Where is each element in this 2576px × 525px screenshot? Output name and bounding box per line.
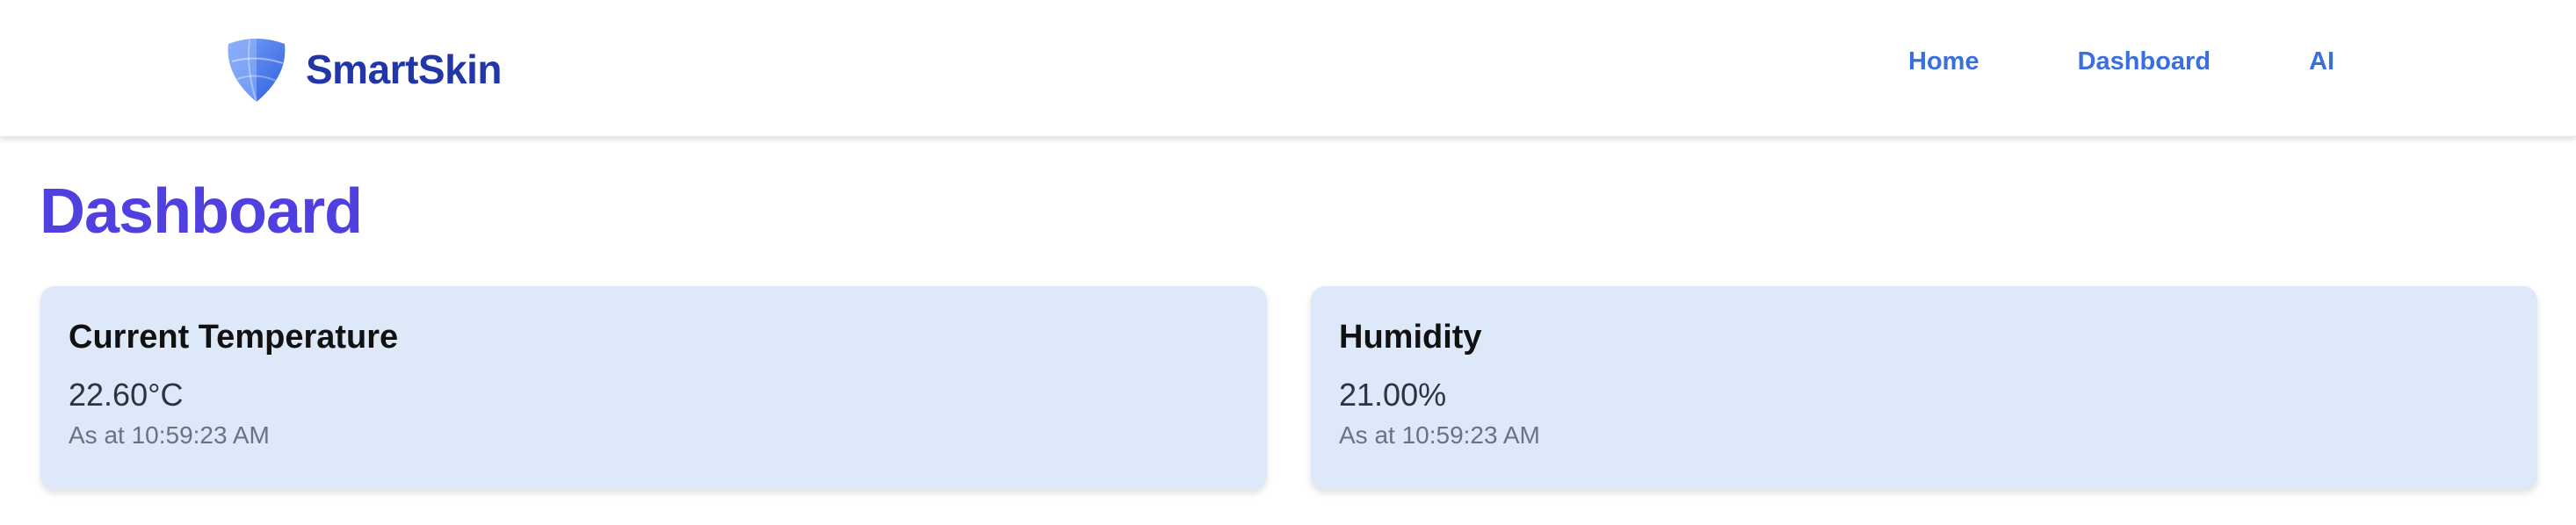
temperature-value: 22.60°C: [69, 376, 184, 413]
humidity-value: 21.00%: [1339, 376, 1447, 413]
card-grid: Current Temperature 22.60°C As at 10:59:…: [40, 286, 2537, 490]
humidity-card: Humidity 21.00% As at 10:59:23 AM: [1311, 286, 2537, 490]
shield-logo-icon: [228, 39, 286, 103]
card-title: Humidity: [1339, 319, 1482, 356]
nav-link-home[interactable]: Home: [1908, 47, 1979, 76]
temperature-timestamp: As at 10:59:23 AM: [69, 421, 270, 449]
nav-links: Home Dashboard AI: [1908, 47, 2334, 76]
nav-link-ai[interactable]: AI: [2309, 47, 2334, 76]
brand-name: SmartSkin: [306, 47, 503, 92]
page-title: Dashboard: [40, 176, 363, 247]
card-title: Current Temperature: [69, 319, 399, 356]
temperature-card: Current Temperature 22.60°C As at 10:59:…: [40, 286, 1267, 490]
brand[interactable]: SmartSkin: [223, 35, 503, 104]
navbar: SmartSkin Home Dashboard AI: [0, 0, 2576, 137]
humidity-timestamp: As at 10:59:23 AM: [1339, 421, 1540, 449]
nav-link-dashboard[interactable]: Dashboard: [2078, 47, 2211, 76]
